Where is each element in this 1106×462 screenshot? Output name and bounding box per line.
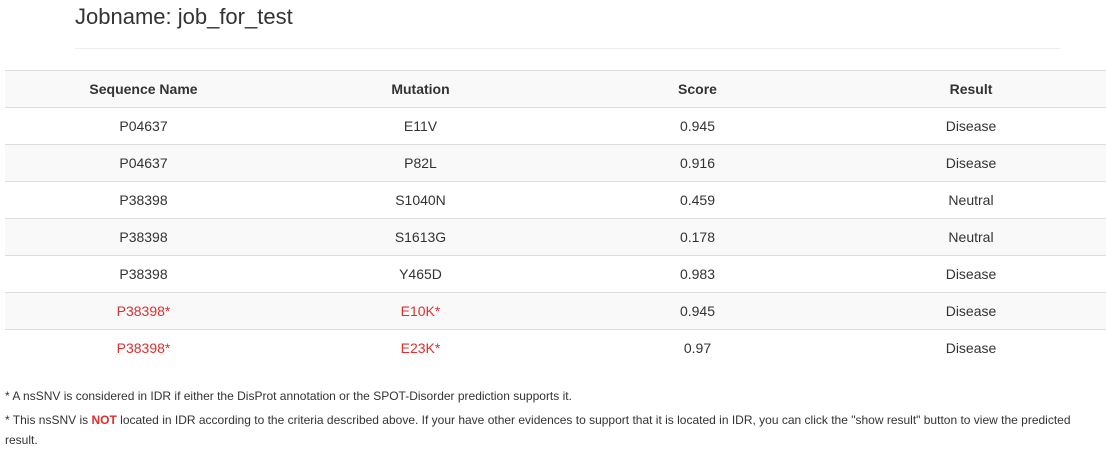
column-header-sequence-name[interactable]: Sequence Name <box>5 70 282 108</box>
cell-score: 0.945 <box>559 292 836 330</box>
cell-score: 0.983 <box>559 255 836 293</box>
cell-result: Disease <box>836 144 1106 182</box>
cell-sequence-name-flagged: P38398* <box>5 292 282 330</box>
table-row: P38398 S1613G 0.178 Neutral <box>5 218 1106 256</box>
cell-score: 0.945 <box>559 107 836 145</box>
footnote-prefix: * This nsSNV is <box>5 413 92 427</box>
footnote-emphasis: NOT <box>91 413 117 427</box>
cell-mutation: E11V <box>282 107 559 145</box>
table-row-flagged: P38398* E10K* 0.945 Disease <box>5 292 1106 330</box>
cell-sequence-name: P38398 <box>5 181 282 219</box>
cell-mutation: S1613G <box>282 218 559 256</box>
cell-score: 0.97 <box>683 340 712 356</box>
table-row: P38398 S1040N 0.459 Neutral <box>5 181 1106 219</box>
cell-sequence-name: P04637 <box>5 107 282 145</box>
cell-mutation-flagged: E23K* <box>400 340 441 356</box>
cell-mutation: Y465D <box>282 255 559 293</box>
cell-result: Disease <box>836 292 1106 330</box>
table-row-flagged: P38398* E23K* 0.97 Disease <box>5 330 1106 367</box>
cell-sequence-name: P04637 <box>5 144 282 182</box>
cell-result: Disease <box>945 340 997 356</box>
cell-sequence-name: P38398 <box>5 218 282 256</box>
cell-result: Disease <box>836 107 1106 145</box>
cell-result: Neutral <box>836 181 1106 219</box>
cell-score: 0.916 <box>559 144 836 182</box>
cell-score: 0.178 <box>559 218 836 256</box>
page-title: Jobname: job_for_test <box>75 4 293 29</box>
cell-result: Disease <box>836 255 1106 293</box>
cell-mutation-flagged: E10K* <box>282 292 559 330</box>
column-header-mutation[interactable]: Mutation <box>282 70 559 108</box>
table-row: P04637 E11V 0.945 Disease <box>5 107 1106 145</box>
footnotes: * A nsSNV is considered in IDR if either… <box>5 386 1105 454</box>
title-divider <box>75 48 1060 49</box>
cell-sequence-name: P38398 <box>5 255 282 293</box>
cell-result: Neutral <box>836 218 1106 256</box>
cell-sequence-name-flagged: P38398* <box>116 340 171 356</box>
cell-score: 0.459 <box>559 181 836 219</box>
results-table: Sequence Name Mutation Score Result P046… <box>5 70 1106 366</box>
column-header-score[interactable]: Score <box>559 70 836 108</box>
table-row: P38398 Y465D 0.983 Disease <box>5 255 1106 293</box>
table-header-row: Sequence Name Mutation Score Result <box>5 70 1106 108</box>
table-row: P04637 P82L 0.916 Disease <box>5 144 1106 182</box>
cell-mutation: S1040N <box>282 181 559 219</box>
footnote-not-in-idr: * This nsSNV is NOT located in IDR accor… <box>5 410 1105 450</box>
column-header-result[interactable]: Result <box>836 70 1106 108</box>
footnote-idr-definition: * A nsSNV is considered in IDR if either… <box>5 389 572 403</box>
page: Jobname: job_for_test Sequence Name Muta… <box>0 0 1106 462</box>
footnote-suffix: located in IDR according to the criteria… <box>5 413 1071 447</box>
cell-mutation: P82L <box>282 144 559 182</box>
